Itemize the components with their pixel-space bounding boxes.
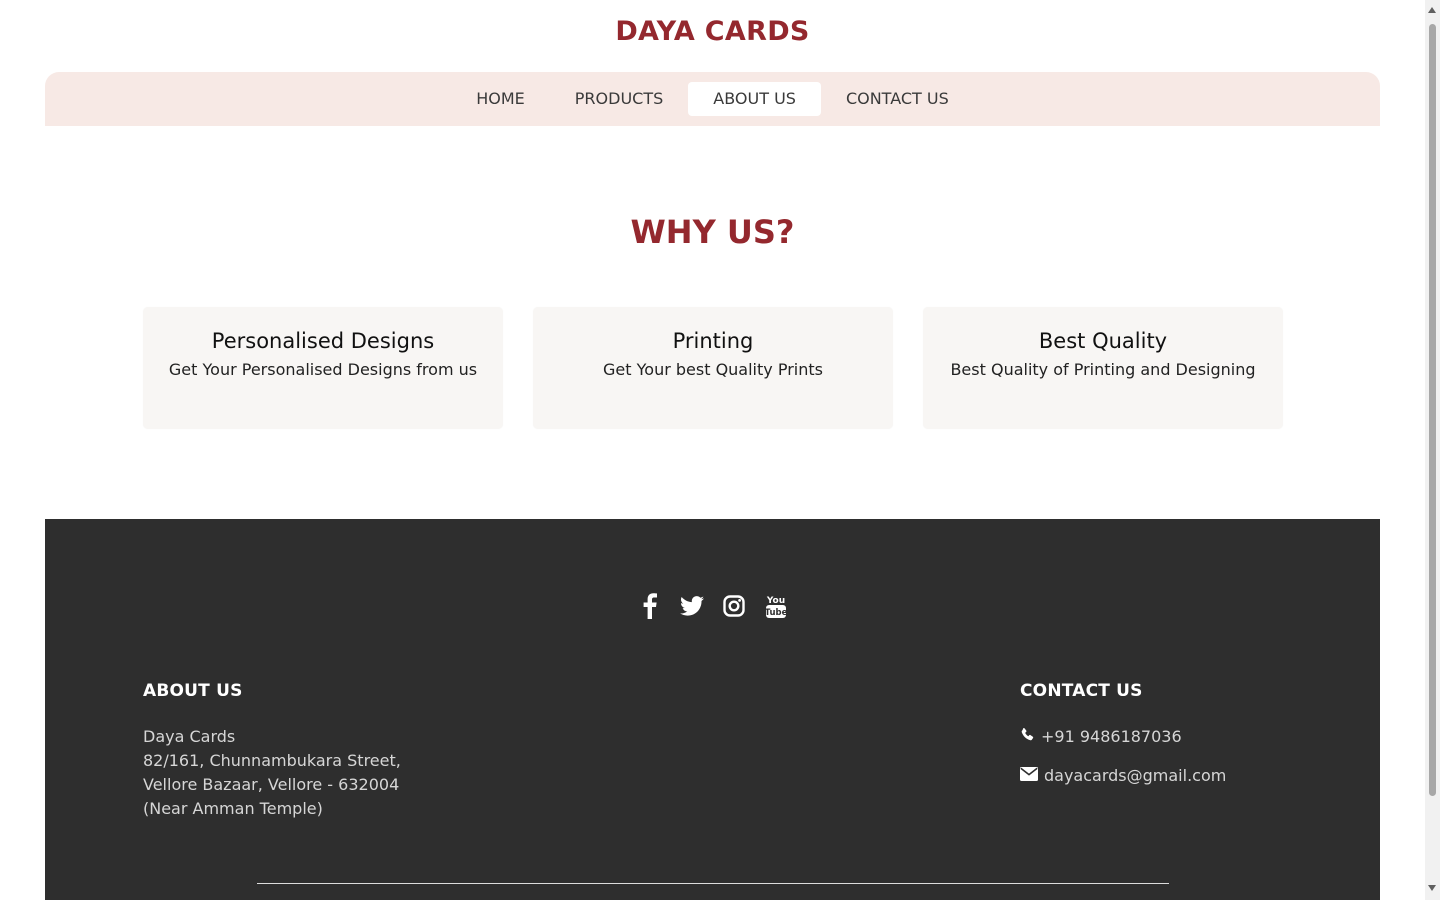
why-us-heading: WHY US?	[630, 213, 795, 251]
feature-card-title: Printing	[672, 329, 754, 353]
nav-item-about-us[interactable]: ABOUT US	[688, 82, 821, 116]
feature-card-best-quality: Best Quality Best Quality of Printing an…	[923, 307, 1283, 429]
scroll-up-arrow-icon[interactable]	[1428, 7, 1436, 13]
feature-card-title: Personalised Designs	[211, 329, 435, 353]
envelope-icon	[1020, 766, 1038, 785]
svg-text:Tube: Tube	[765, 608, 787, 618]
footer-phone-row[interactable]: +91 9486187036	[1020, 727, 1182, 746]
scrollbar-thumb[interactable]	[1429, 24, 1436, 796]
footer-about-line: Daya Cards	[143, 727, 236, 746]
footer-phone[interactable]: +91 9486187036	[1041, 727, 1182, 746]
feature-card-title: Best Quality	[1038, 329, 1168, 353]
page: DAYA CARDS HOME PRODUCTS ABOUT US CONTAC…	[0, 0, 1425, 900]
footer-about-line: (Near Amman Temple)	[143, 799, 323, 818]
twitter-icon[interactable]	[679, 591, 705, 621]
site-footer: You Tube ABOUT US Daya Cards 82/161, Chu…	[45, 519, 1380, 900]
svg-text:You: You	[765, 596, 784, 606]
footer-email-row[interactable]: dayacards@gmail.com	[1020, 766, 1226, 785]
footer-divider	[257, 883, 1169, 884]
nav-item-products[interactable]: PRODUCTS	[550, 82, 689, 116]
feature-card-description: Get Your Personalised Designs from us	[168, 360, 478, 379]
nav-item-contact-us[interactable]: CONTACT US	[821, 82, 974, 116]
main-nav: HOME PRODUCTS ABOUT US CONTACT US	[45, 72, 1380, 126]
social-links: You Tube	[45, 591, 1380, 621]
footer-email[interactable]: dayacards@gmail.com	[1044, 766, 1226, 785]
footer-contact-heading: CONTACT US	[1020, 681, 1143, 701]
vertical-scrollbar[interactable]	[1425, 0, 1440, 900]
youtube-icon[interactable]: You Tube	[763, 591, 789, 621]
phone-icon	[1020, 727, 1035, 746]
feature-card-description: Get Your best Quality Prints	[603, 360, 823, 379]
footer-about-line: 82/161, Chunnambukara Street,	[143, 751, 401, 770]
footer-about-heading: ABOUT US	[143, 681, 243, 701]
facebook-icon[interactable]	[637, 591, 663, 621]
feature-card-printing: Printing Get Your best Quality Prints	[533, 307, 893, 429]
instagram-icon[interactable]	[721, 591, 747, 621]
feature-card-personalised-designs: Personalised Designs Get Your Personalis…	[143, 307, 503, 429]
feature-card-description: Best Quality of Printing and Designing	[950, 360, 1256, 379]
nav-item-home[interactable]: HOME	[451, 82, 550, 116]
site-brand-title[interactable]: DAYA CARDS	[0, 16, 1425, 47]
scroll-down-arrow-icon[interactable]	[1428, 885, 1436, 891]
footer-about-line: Vellore Bazaar, Vellore - 632004	[143, 775, 400, 794]
